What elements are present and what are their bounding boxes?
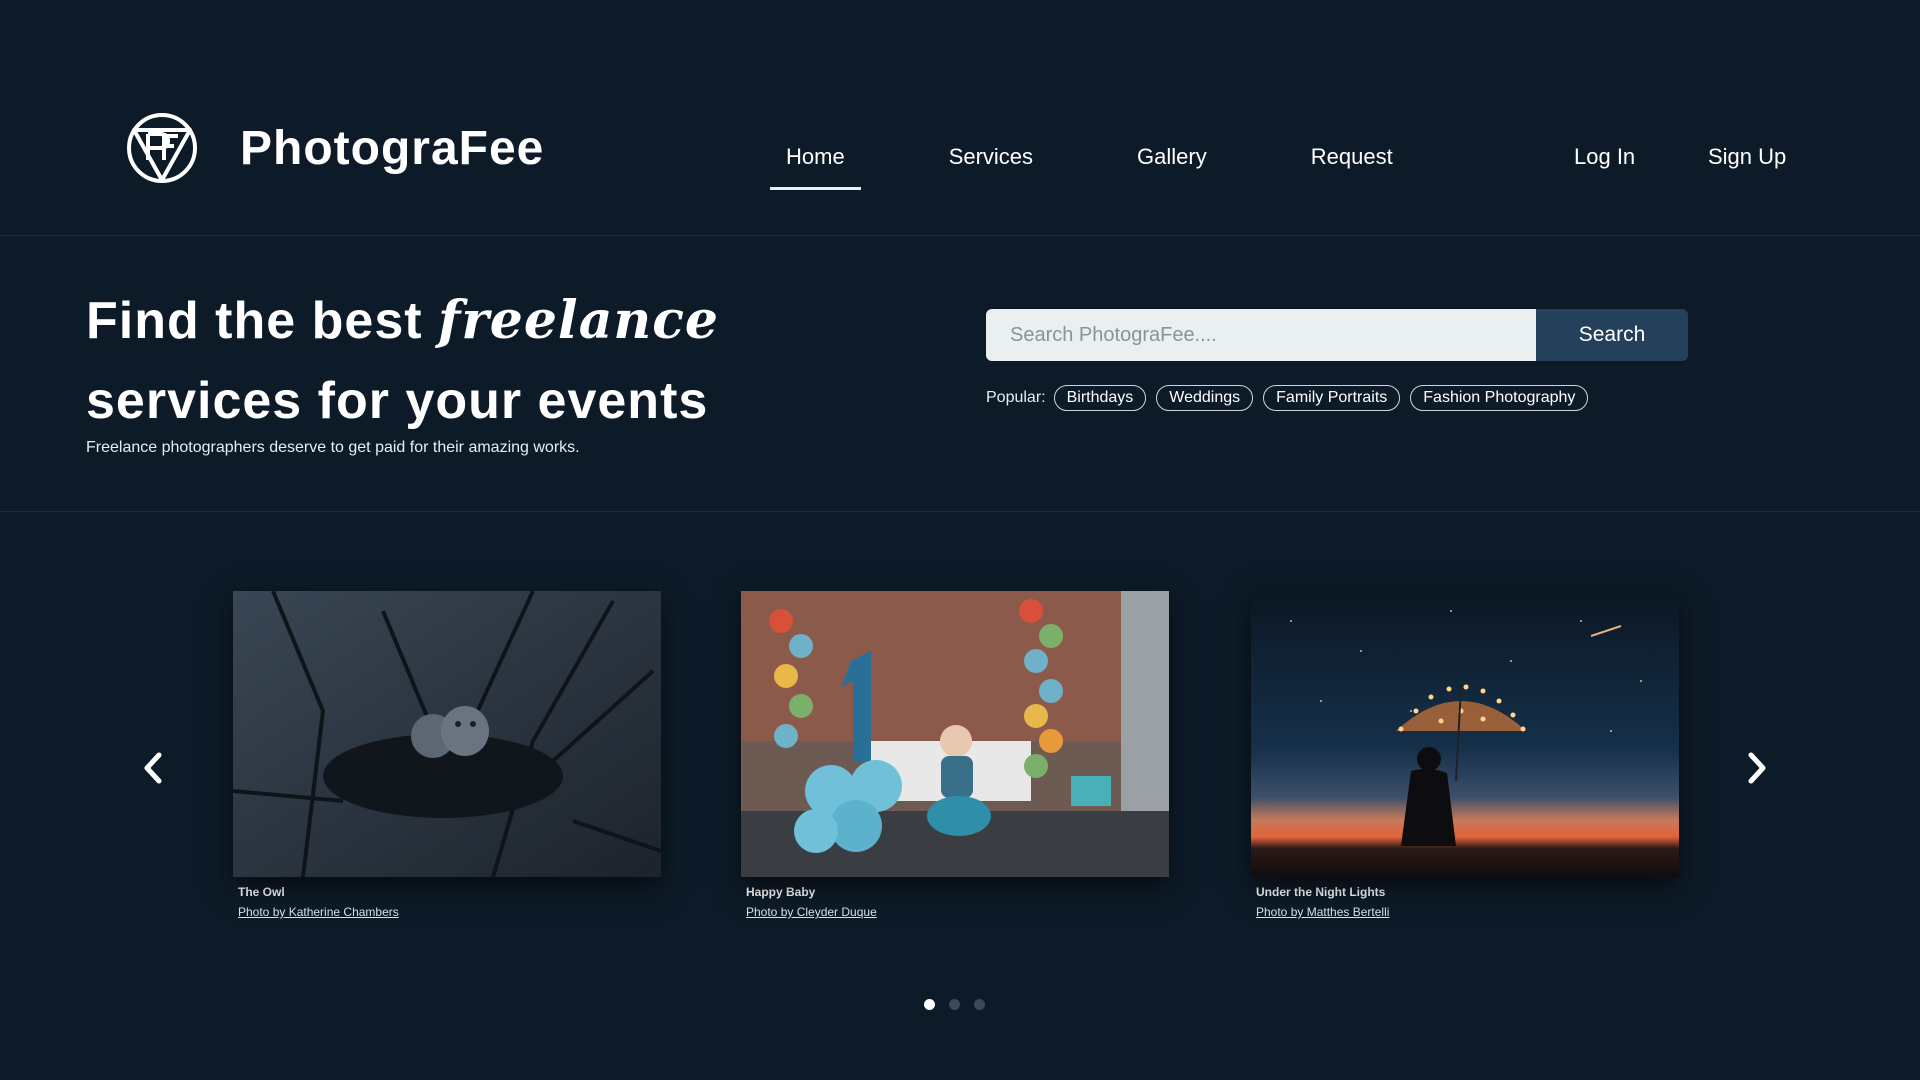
carousel-prev-button[interactable] xyxy=(138,748,168,788)
chevron-left-icon xyxy=(144,752,162,784)
card-title: Under the Night Lights xyxy=(1256,885,1386,899)
tag-birthdays[interactable]: Birthdays xyxy=(1053,385,1147,411)
hero-title-part1: Find the best xyxy=(86,292,438,350)
photo-card[interactable]: Happy Baby Photo by Cleyder Duque xyxy=(741,591,1169,919)
hero-title-part2: services for your events xyxy=(86,372,709,430)
tag-family-portraits[interactable]: Family Portraits xyxy=(1263,385,1401,411)
umbrella-night-image xyxy=(1251,591,1679,877)
signup-link[interactable]: Sign Up xyxy=(1708,144,1786,170)
tag-weddings[interactable]: Weddings xyxy=(1156,385,1254,411)
carousel-dot-2[interactable] xyxy=(949,999,960,1010)
photo-night-lights[interactable] xyxy=(1251,591,1679,877)
card-title: Happy Baby xyxy=(746,885,816,899)
page: PhotograFee Home Services Gallery Reques… xyxy=(0,0,1920,1080)
photo-card[interactable]: The Owl Photo by Katherine Chambers xyxy=(233,591,661,919)
nav-home[interactable]: Home xyxy=(770,138,861,190)
carousel-dot-1[interactable] xyxy=(924,999,935,1010)
popular-tags: Popular: Birthdays Weddings Family Portr… xyxy=(986,385,1598,411)
photo-owl[interactable] xyxy=(233,591,661,877)
popular-label: Popular: xyxy=(986,389,1046,406)
nav-services[interactable]: Services xyxy=(933,138,1049,190)
card-credit-link[interactable]: Photo by Matthes Bertelli xyxy=(1256,905,1679,919)
search-input[interactable] xyxy=(986,309,1536,361)
carousel-dot-3[interactable] xyxy=(974,999,985,1010)
hero-subtitle: Freelance photographers deserve to get p… xyxy=(86,439,580,456)
carousel-next-button[interactable] xyxy=(1742,748,1772,788)
tag-fashion-photography[interactable]: Fashion Photography xyxy=(1410,385,1589,411)
card-credit-link[interactable]: Photo by Katherine Chambers xyxy=(238,905,661,919)
hero-section: Find the best freelance services for you… xyxy=(0,237,1920,512)
hero-title-accent: freelance xyxy=(438,290,719,351)
birthday-baby-image xyxy=(741,591,1169,877)
card-credit-link[interactable]: Photo by Cleyder Duque xyxy=(746,905,1169,919)
carousel-dots xyxy=(924,999,999,1010)
search-bar: Search xyxy=(986,309,1688,361)
brand-name: PhotograFee xyxy=(240,121,545,175)
hero-title: Find the best freelance services for you… xyxy=(86,281,719,441)
brand-logo[interactable]: PhotograFee xyxy=(124,110,544,186)
photo-carousel: The Owl Photo by Katherine Chambers Happ… xyxy=(0,513,1920,1080)
photo-card[interactable]: Under the Night Lights Photo by Matthes … xyxy=(1251,591,1679,919)
chevron-right-icon xyxy=(1748,752,1766,784)
card-title: The Owl xyxy=(238,885,285,899)
photo-happy-baby[interactable] xyxy=(741,591,1169,877)
site-header: PhotograFee Home Services Gallery Reques… xyxy=(0,0,1920,236)
pf-triangle-logo-icon xyxy=(127,113,197,183)
nav-gallery[interactable]: Gallery xyxy=(1121,138,1223,190)
nav-request[interactable]: Request xyxy=(1295,138,1409,190)
owl-nest-image xyxy=(233,591,661,877)
search-button[interactable]: Search xyxy=(1536,309,1688,361)
main-nav: Home Services Gallery Request xyxy=(770,138,1481,190)
login-link[interactable]: Log In xyxy=(1574,144,1635,170)
